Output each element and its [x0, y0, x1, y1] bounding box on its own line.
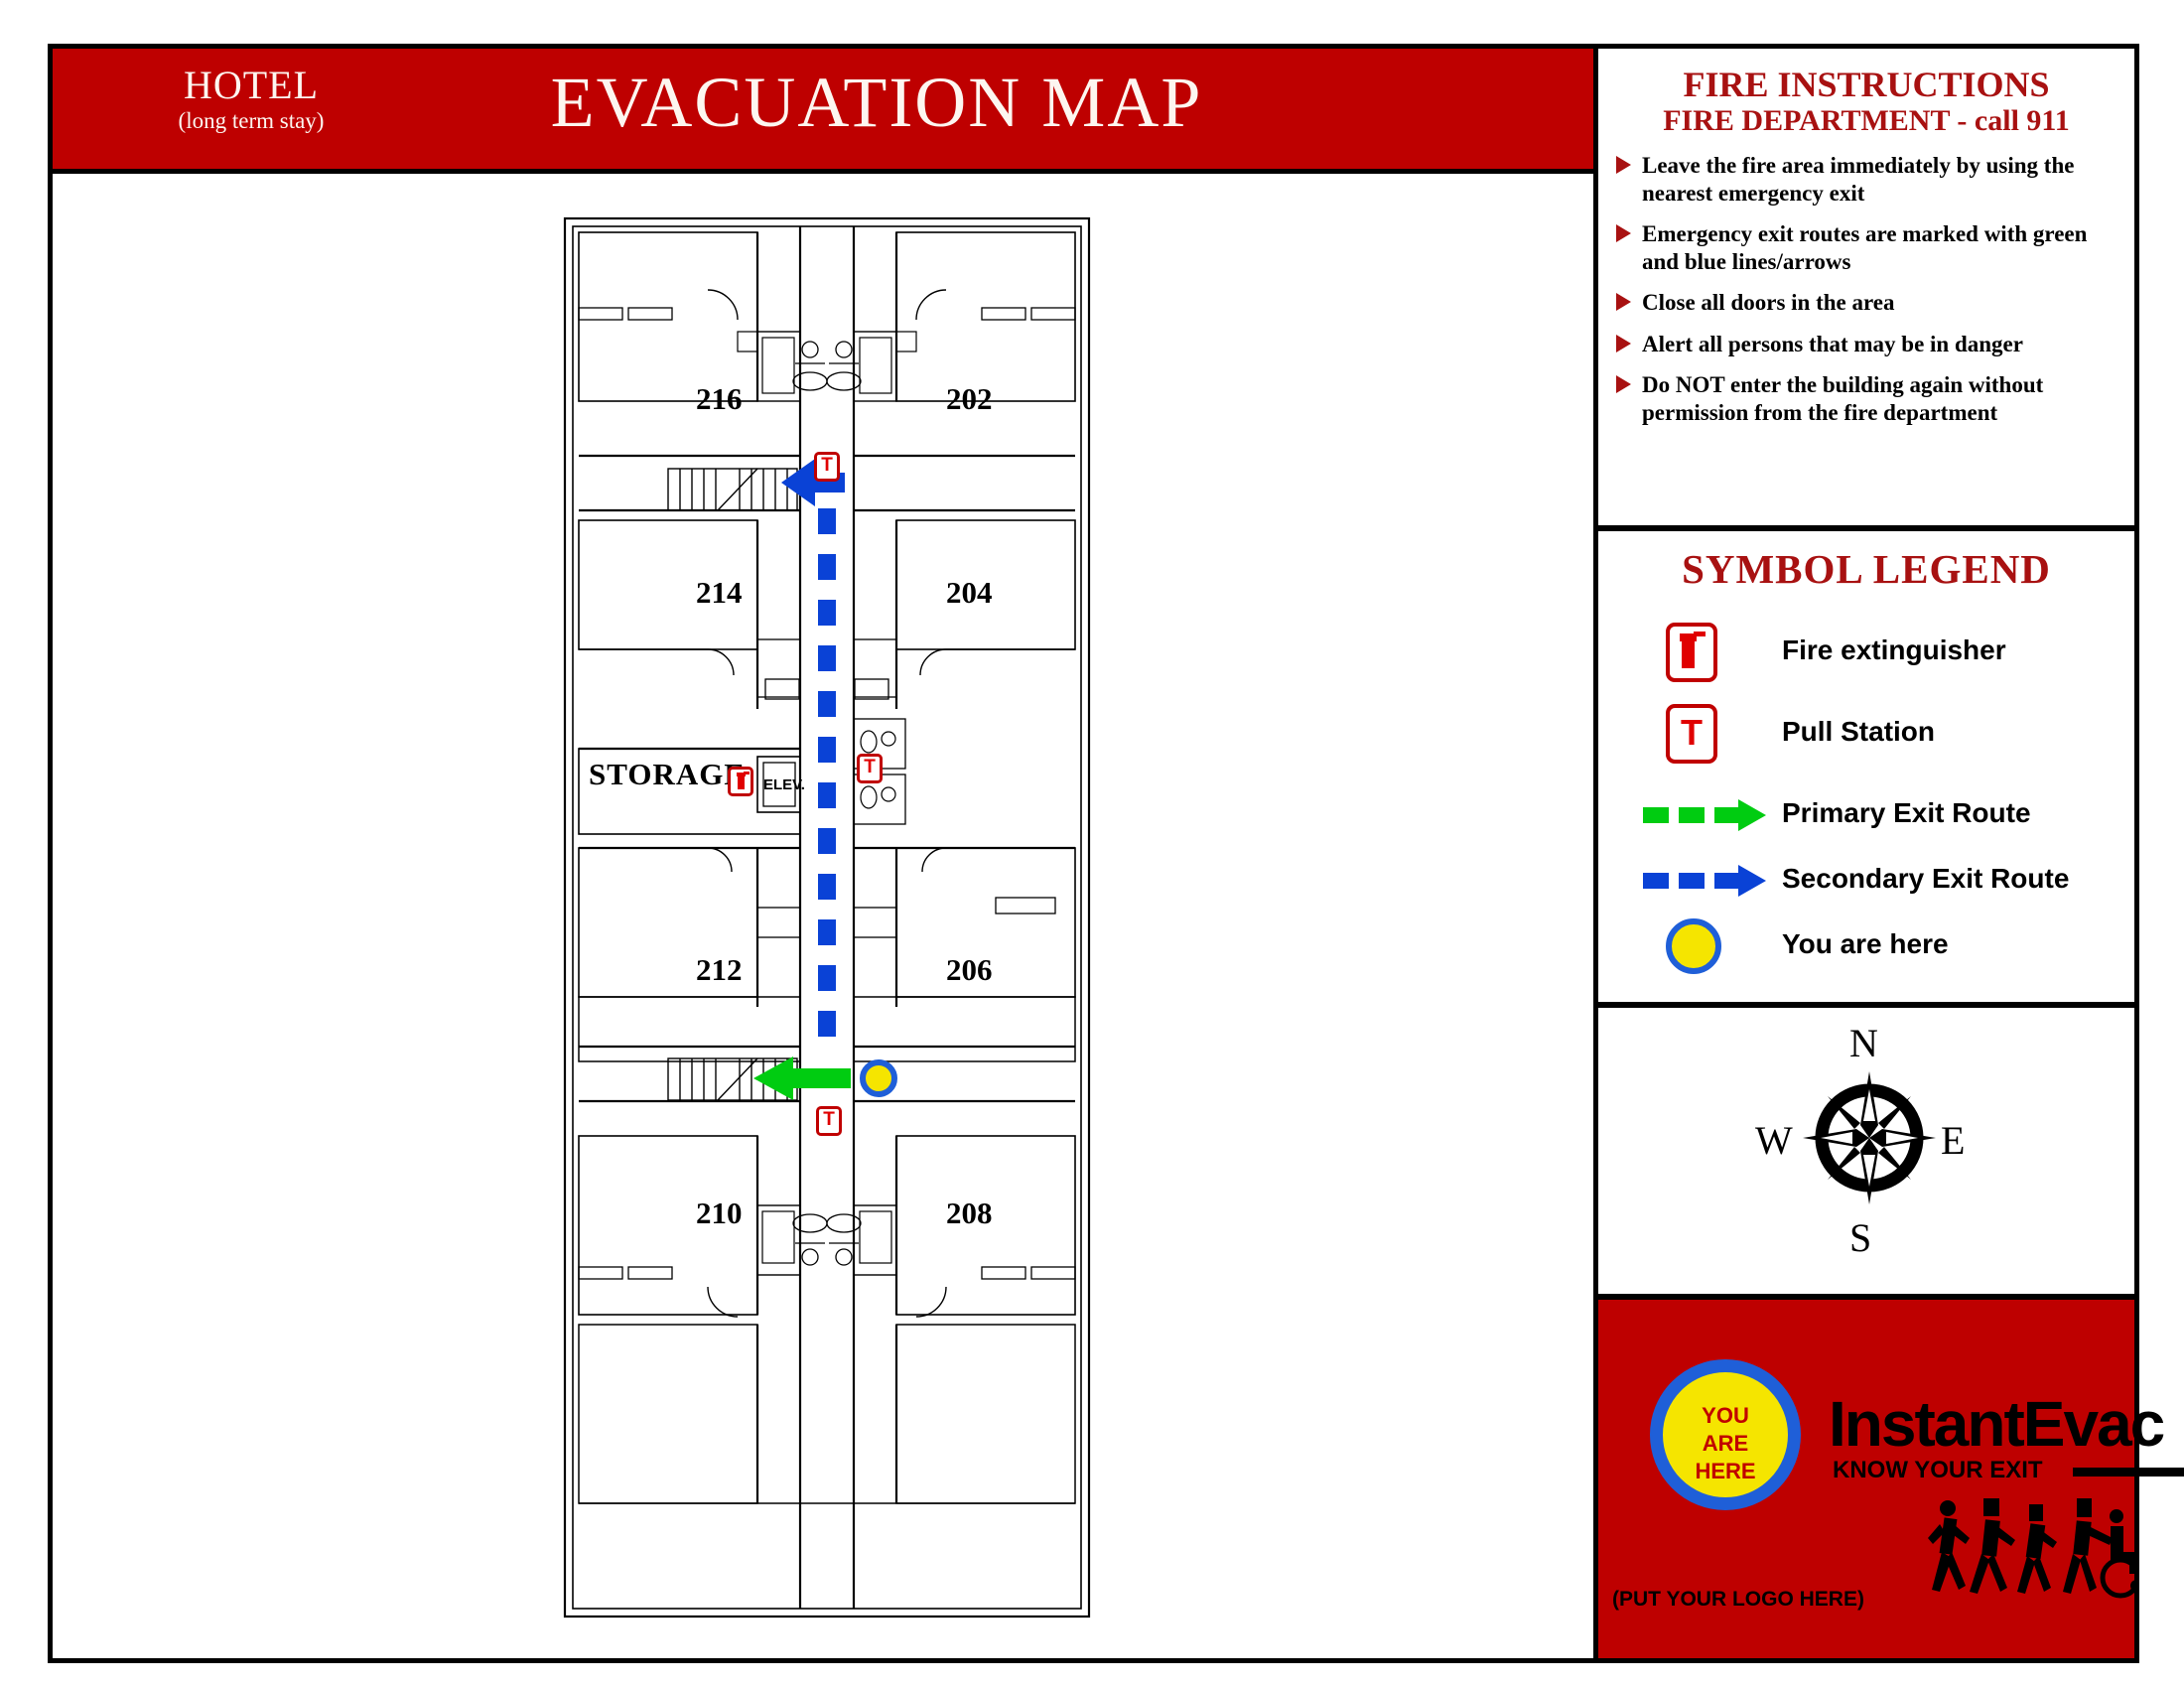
fire-instructions-panel: FIRE INSTRUCTIONS FIRE DEPARTMENT - call… [1598, 49, 2134, 531]
fire-instruction-text: Close all doors in the area [1642, 290, 1895, 316]
bullet-triangle-icon [1616, 375, 1631, 394]
pull-station-icon: T [816, 1106, 842, 1136]
sign-header: HOTEL (long term stay) EVACUATION MAP [53, 49, 1593, 174]
fire-instruction-text: Do NOT enter the building again without … [1642, 372, 2044, 426]
legend-row-fire-extinguisher: Fire extinguisher [1598, 621, 2134, 688]
facility-subtitle: (long term stay) [178, 108, 325, 133]
branding-panel: YOU ARE HERE InstantEvac KNOW YOUR EXIT … [1598, 1300, 2184, 1658]
legend-label: Primary Exit Route [1782, 797, 2031, 828]
legend-label: Secondary Exit Route [1782, 863, 2070, 894]
room-label-210: 210 [696, 1196, 743, 1230]
brand-tagline: KNOW YOUR EXIT [1833, 1457, 2043, 1483]
compass-panel: N S W E [1598, 1008, 2134, 1300]
storage-label: STORAGE [589, 757, 747, 791]
legend-label: Fire extinguisher [1782, 634, 2006, 665]
legend-row-primary-route: Primary Exit Route [1598, 783, 2134, 851]
fire-department-line: FIRE DEPARTMENT - call 911 [1663, 104, 2070, 138]
fire-instruction-text: Alert all persons that may be in danger [1642, 331, 2023, 356]
fire-instructions-title: FIRE INSTRUCTIONS [1683, 65, 2050, 104]
fire-instruction-item: Emergency exit routes are marked with gr… [1612, 220, 2120, 275]
fire-extinguisher-icon [728, 767, 753, 796]
fire-instruction-text: Emergency exit routes are marked with gr… [1642, 221, 2088, 274]
badge-line-2: ARE [1702, 1431, 1749, 1457]
room-label-204: 204 [946, 575, 993, 610]
room-label-206: 206 [946, 952, 993, 987]
you-are-here-badge-text: YOU ARE HERE [1663, 1402, 1788, 1485]
you-are-here-badge: YOU ARE HERE [1650, 1359, 1801, 1510]
symbol-legend-title: SYMBOL LEGEND [1682, 546, 2051, 592]
tagline-arrow-icon [2073, 1468, 2184, 1477]
legend-label: Pull Station [1782, 716, 1935, 747]
legend-row-pull-station: T Pull Station [1598, 702, 2134, 770]
compass-south-label: S [1849, 1215, 1872, 1260]
compass-north-label: N [1849, 1021, 1878, 1065]
badge-line-1: YOU [1702, 1403, 1749, 1428]
bullet-triangle-icon [1616, 293, 1631, 312]
fire-instruction-item: Alert all persons that may be in danger [1612, 331, 2120, 358]
evacuation-sign: HOTEL (long term stay) EVACUATION MAP 21… [48, 44, 2184, 1663]
compass-rose-icon [1803, 1071, 1936, 1204]
bullet-triangle-icon [1616, 334, 1631, 352]
facility-name: HOTEL [183, 63, 320, 107]
evacuating-people-icon [1928, 1498, 2134, 1599]
room-label-216: 216 [696, 381, 743, 416]
elevator-label: ELEV. [763, 776, 805, 793]
room-label-212: 212 [696, 952, 743, 987]
room-label-202: 202 [946, 381, 993, 416]
pull-station-icon: T [814, 452, 840, 482]
bullet-triangle-icon [1616, 224, 1631, 243]
legend-row-secondary-route: Secondary Exit Route [1598, 849, 2134, 916]
fire-instruction-text: Leave the fire area immediately by using… [1642, 152, 2075, 206]
page-title: EVACUATION MAP [550, 63, 1203, 142]
fire-extinguisher-icon [1658, 621, 1727, 688]
brand-name: InstantEvac [1829, 1388, 2165, 1460]
symbol-legend-panel: SYMBOL LEGEND Fire extinguisher T Pull S… [1598, 531, 2134, 1008]
bullet-triangle-icon [1616, 155, 1631, 174]
info-rail: FIRE INSTRUCTIONS FIRE DEPARTMENT - call… [1593, 49, 2184, 1658]
primary-route-arrow-icon [1643, 799, 1766, 831]
secondary-route-arrow-icon [1643, 865, 1766, 897]
legend-row-you-are-here: You are here [1598, 914, 2134, 982]
fire-instruction-item: Close all doors in the area [1612, 289, 2120, 317]
legend-label: You are here [1782, 928, 1949, 959]
room-label-208: 208 [946, 1196, 993, 1230]
you-are-here-icon [860, 1059, 897, 1097]
fire-instruction-item: Leave the fire area immediately by using… [1612, 152, 2120, 207]
badge-line-3: HERE [1695, 1459, 1756, 1484]
primary-exit-route-arrow [753, 1056, 851, 1100]
pull-station-icon: T [1658, 702, 1727, 770]
compass-west-label: W [1755, 1118, 1793, 1163]
facility-block: HOTEL (long term stay) [87, 63, 415, 134]
you-are-here-icon [1658, 914, 1727, 982]
logo-placeholder-text: (PUT YOUR LOGO HERE) [1612, 1588, 1864, 1611]
room-label-214: 214 [696, 575, 743, 610]
floor-plan: 216 202 214 204 212 206 210 208 STORAGE … [559, 212, 1095, 1622]
fire-instruction-item: Do NOT enter the building again without … [1612, 371, 2120, 426]
compass-east-label: E [1941, 1118, 1966, 1163]
pull-station-icon: T [857, 754, 883, 783]
floor-plan-drawing [563, 216, 1091, 1618]
